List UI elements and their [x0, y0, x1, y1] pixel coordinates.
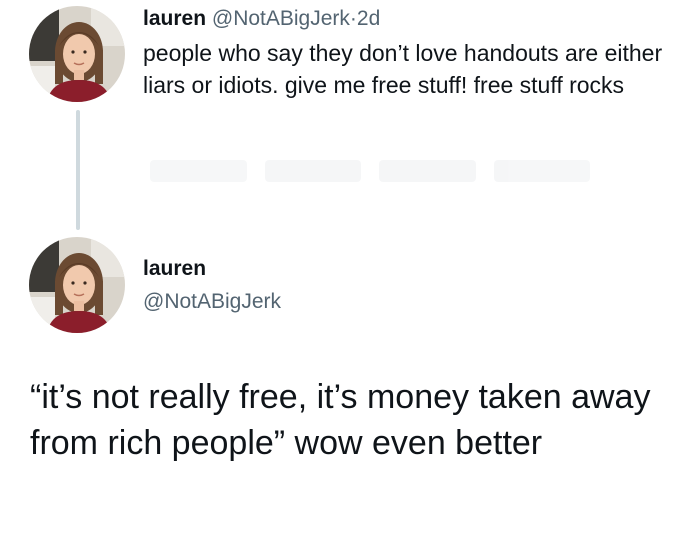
profile-photo-icon	[29, 237, 125, 333]
thread-connector	[76, 110, 80, 230]
share-icon[interactable]	[493, 160, 590, 182]
tweet-thread: lauren @NotABigJerk·2d people who say th…	[0, 0, 700, 559]
avatar[interactable]	[29, 237, 125, 333]
tweet-actions-row	[150, 160, 590, 188]
retweet-icon[interactable]	[264, 160, 361, 182]
separator: ·	[349, 7, 357, 30]
user-handle[interactable]: @NotABigJerk	[212, 7, 350, 30]
like-icon[interactable]	[379, 160, 476, 182]
profile-photo-icon	[29, 6, 125, 102]
display-name[interactable]: lauren	[143, 256, 206, 282]
tweet-header: lauren @NotABigJerk·2d	[143, 6, 380, 32]
reply-icon[interactable]	[150, 160, 247, 182]
timestamp[interactable]: 2d	[357, 7, 380, 30]
user-handle[interactable]: @NotABigJerk	[143, 289, 281, 315]
tweet-text: people who say they don’t love handouts …	[143, 40, 663, 98]
display-name[interactable]: lauren	[143, 7, 206, 30]
avatar[interactable]	[29, 6, 125, 102]
tweet-text: “it’s not really free, it’s money taken …	[30, 378, 651, 462]
